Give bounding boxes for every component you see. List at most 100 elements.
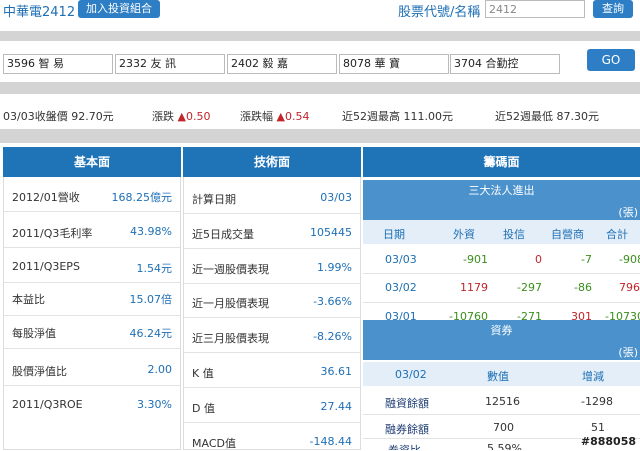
tech-label: 近一週股價表現 [192,263,269,276]
fund-label: 本益比 [12,293,45,306]
tech-value: -148.44 [309,435,352,448]
up-arrow-icon: ▲ [177,110,186,123]
technicals-title: 技術面 [183,147,361,177]
change-percent-value: 0.54 [284,110,310,123]
chips-panel: 三大法人進出 (張) 日期 外資 投信 自營商 合計 03/03 -901 0 … [363,177,640,450]
divider [0,82,640,94]
col-foreign: 外資 [453,228,475,241]
institutional-header: 日期 外資 投信 自營商 合計 [363,220,640,244]
fund-value: 1.54元 [136,262,173,275]
fundamentals-panel: 2012/01營收 168.25億元 2011/Q3毛利率 43.98% 201… [3,177,181,450]
fund-value: 2.00 [147,363,173,376]
change-label: 漲跌 [152,110,174,123]
fund-value: 46.24元 [129,327,173,340]
row-divider [363,414,640,415]
table-cell: -7 [581,253,592,266]
add-portfolio-button[interactable]: 加入投資組合 [78,0,160,18]
row-divider [184,422,360,423]
tech-value: -3.66% [313,295,352,308]
fundamentals-title: 基本面 [3,147,181,177]
row-divider [184,387,360,388]
fund-label: 2012/01營收 [12,191,80,204]
unit-bar: (張) [363,342,640,360]
col-dealer: 自營商 [551,228,584,241]
col-total: 合計 [606,228,628,241]
portfolio-input-4[interactable]: 8078 華 寶 [339,54,449,74]
fund-value: 168.25億元 [111,191,173,204]
col-date: 03/02 [395,368,427,381]
tech-label: MACD值 [192,437,236,450]
margin-title: 資券 [363,320,640,342]
col-change: 增減 [582,370,604,383]
week52-low: 近52週最低 87.30元 [495,110,599,123]
fund-value: 43.98% [130,225,172,238]
change: 漲跌 ▲0.50 [152,108,210,124]
table-cell: 融資餘額 [385,397,429,410]
table-cell: -908 [619,253,640,266]
table-cell: 51 [591,421,605,434]
portfolio-input-5[interactable]: 3704 合勤控 [450,54,560,74]
row-divider [4,385,180,386]
tech-label: 近一月股價表現 [192,297,269,310]
tech-label: D 值 [192,402,215,415]
row-divider [184,283,360,284]
row-divider [184,248,360,249]
row-divider [184,352,360,353]
tech-value: 1.99% [317,261,352,274]
tech-label: 近三月股價表現 [192,332,269,345]
margin-header: 03/02 數值 增減 [363,362,640,386]
portfolio-input-1[interactable]: 3596 智 易 [3,54,113,74]
search-input[interactable] [485,0,585,18]
row-divider [4,247,180,248]
fund-value: 3.30% [137,398,172,411]
change-percent-label: 漲跌幅 [240,110,273,123]
stock-title: 中華電2412 [3,5,76,20]
search-label: 股票代號/名稱 [398,5,481,20]
row-divider [184,317,360,318]
fund-label: 2011/Q3ROE [12,398,83,411]
table-cell: 03/03 [385,253,417,266]
unit-label: (張) [618,346,638,359]
col-trust: 投信 [503,228,525,241]
table-cell: 796 [619,281,640,294]
table-cell: -297 [517,281,542,294]
portfolio-input-3[interactable]: 2402 毅 嘉 [227,54,337,74]
watermark: #888058 [580,435,636,448]
change-percent: 漲跌幅 ▲0.54 [240,108,309,124]
table-cell: 12516 [485,395,520,408]
change-value: 0.50 [185,110,211,123]
close-price: 03/03收盤價 92.70元 [3,110,114,123]
tech-value: 36.61 [320,365,353,378]
up-arrow-icon: ▲ [276,110,285,123]
table-cell: -86 [574,281,592,294]
week52-high: 近52週最高 111.00元 [342,110,453,123]
go-button[interactable]: GO [587,49,635,71]
fund-label: 每股淨值 [12,327,56,340]
table-cell: 0 [535,253,542,266]
table-cell: -1298 [581,395,613,408]
table-cell: 5.59% [487,442,522,450]
table-cell: 券資比 [388,442,421,450]
row-divider [363,302,640,303]
portfolio-input-2[interactable]: 2332 友 訊 [115,54,225,74]
col-value: 數值 [487,370,509,383]
row-divider [184,213,360,214]
divider [0,129,640,143]
row-divider [4,348,180,349]
tech-label: 近5日成交量 [192,228,254,241]
fund-label: 2011/Q3EPS [12,260,80,273]
row-divider [4,315,180,316]
tech-value: 105445 [310,226,352,239]
search-button[interactable]: 查詢 [593,0,633,18]
tech-value: 27.44 [320,400,353,413]
row-divider [4,211,180,212]
chips-title: 籌碼面 [363,147,640,177]
divider [0,31,640,41]
tech-label: K 值 [192,367,214,380]
table-cell: 03/02 [385,281,417,294]
table-cell: 700 [493,421,514,434]
row-divider [363,273,640,274]
tech-value: 03/03 [320,191,352,204]
row-divider [4,282,180,283]
fund-value: 15.07倍 [129,293,173,306]
